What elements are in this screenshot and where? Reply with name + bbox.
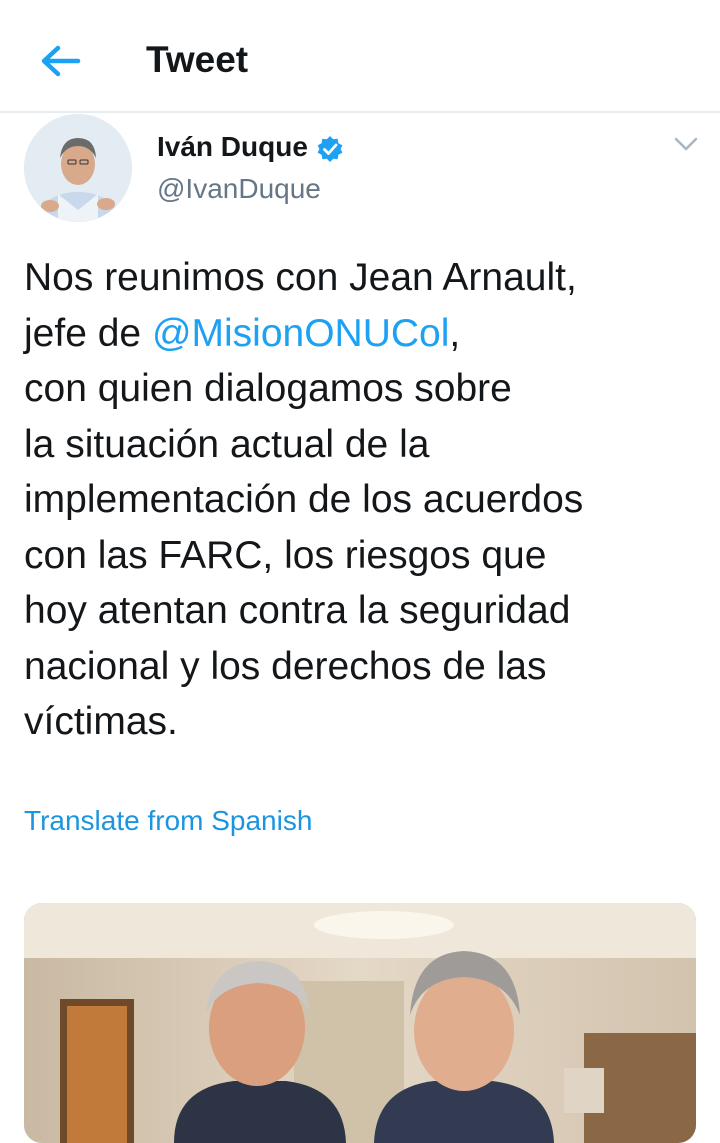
author-handle[interactable]: @IvanDuque xyxy=(157,170,321,208)
photo-image xyxy=(24,903,696,1143)
tweet-line: Nos reunimos con Jean Arnault, xyxy=(24,256,577,299)
tweet-photo[interactable] xyxy=(24,903,696,1143)
tweet-punctuation: , xyxy=(449,311,461,355)
top-bar: Tweet xyxy=(0,0,720,113)
tweet-line-text: jefe de xyxy=(24,311,152,355)
tweet-line: hoy atentan contra la seguridad xyxy=(24,589,571,632)
mention-link[interactable]: @MisionONUCol xyxy=(152,312,449,355)
tweet-line: víctimas. xyxy=(24,700,178,743)
back-arrow-icon[interactable] xyxy=(38,40,82,84)
verified-badge-icon xyxy=(317,136,343,162)
page-title: Tweet xyxy=(146,39,249,80)
chevron-down-icon[interactable] xyxy=(672,130,700,158)
tweet-line: con las FARC, los riesgos que xyxy=(24,533,547,577)
tweet-line: con quien dialogamos sobre xyxy=(24,367,512,410)
tweet-text: Nos reunimos con Jean Arnault, jefe de @… xyxy=(24,250,704,750)
tweet-line: la situación actual de la xyxy=(24,422,430,466)
translate-link[interactable]: Translate from Spanish xyxy=(24,802,312,840)
tweet-line: jefe de @MisionONUCol, xyxy=(24,306,704,362)
tweet-line: nacional y los derechos de las xyxy=(24,644,547,688)
tweet-line: implementación de los acuerdos xyxy=(24,478,584,521)
avatar[interactable] xyxy=(24,114,132,222)
profile-photo xyxy=(24,114,132,222)
author-name[interactable]: Iván Duque xyxy=(157,128,308,166)
